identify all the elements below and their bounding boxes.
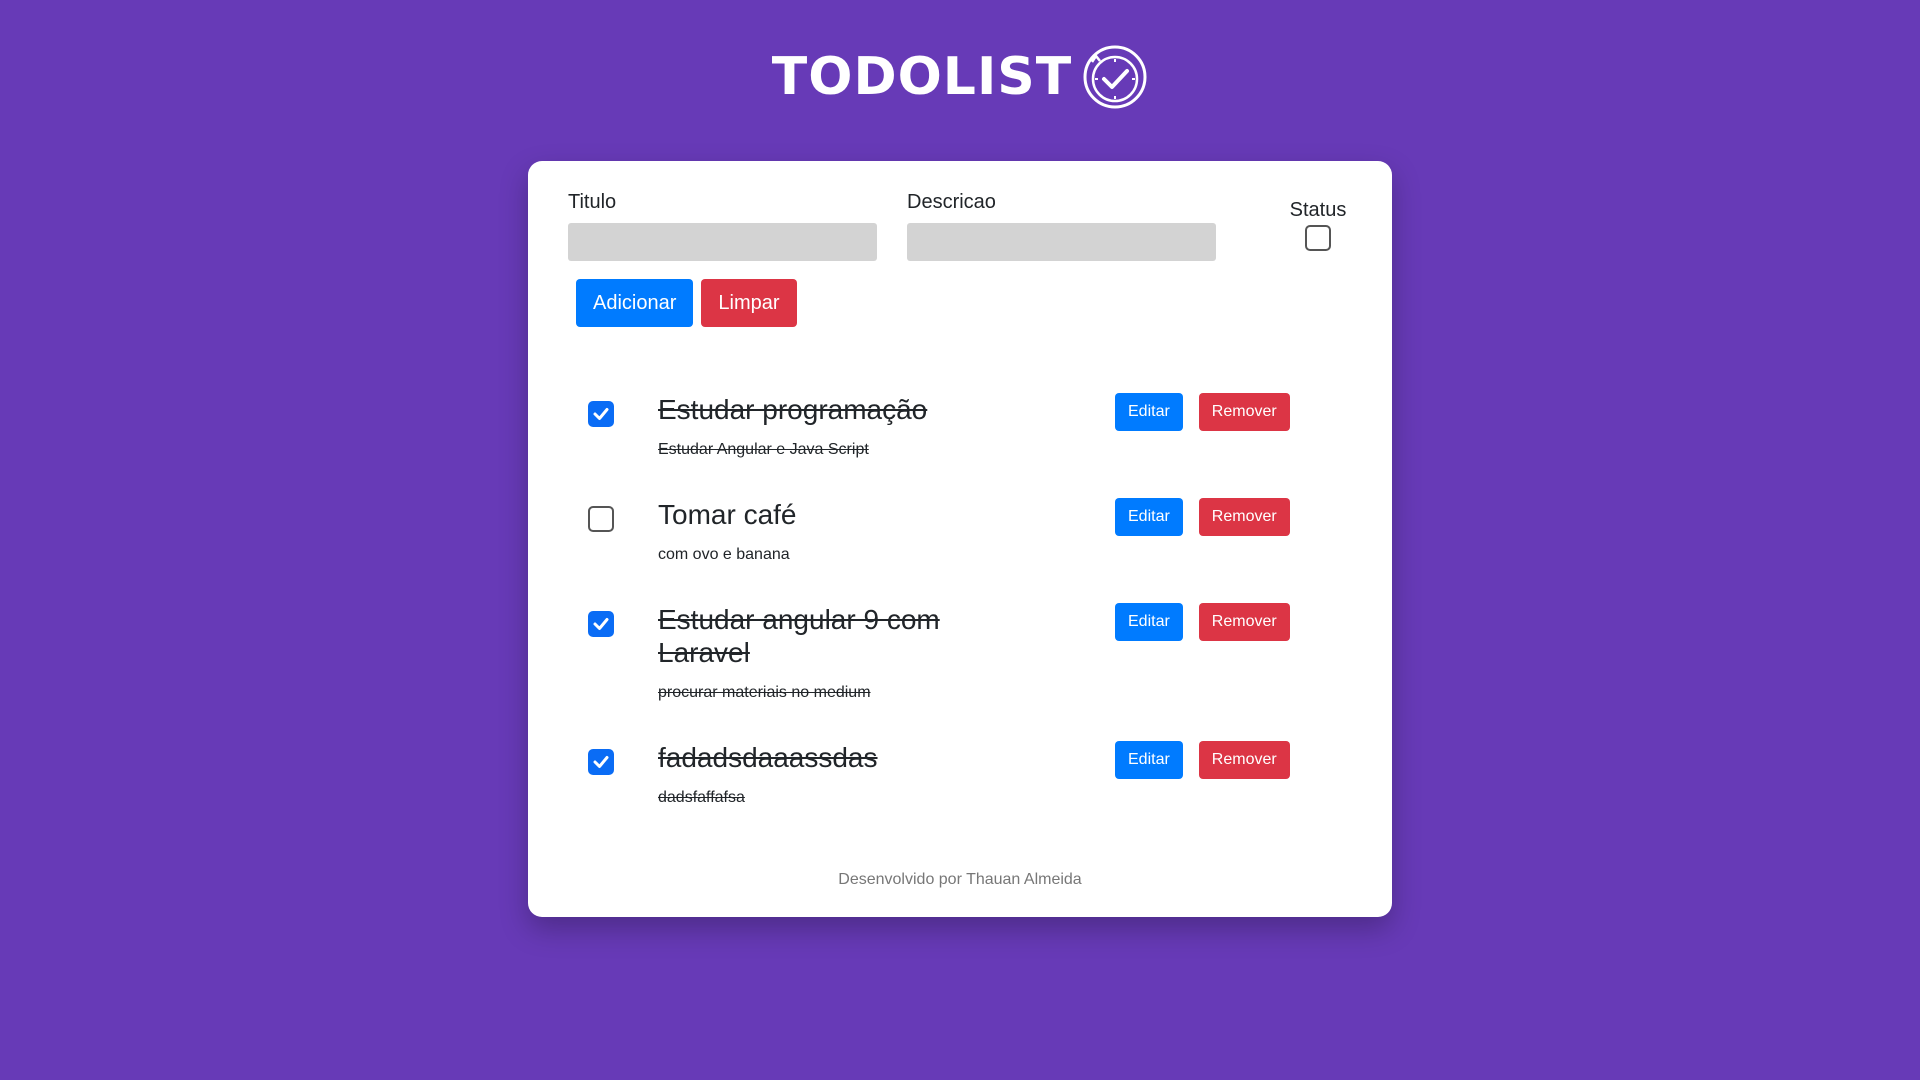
description-label: Descricao <box>907 191 996 213</box>
todo-actions: Editar Remover <box>1115 393 1290 431</box>
todo-checkbox[interactable] <box>588 749 614 775</box>
todo-checkbox[interactable] <box>588 506 614 532</box>
status-label: Status <box>1289 199 1347 221</box>
clear-button[interactable]: Limpar <box>701 279 797 327</box>
form-buttons: Adicionar Limpar <box>576 279 797 327</box>
title-input[interactable] <box>568 223 877 261</box>
todo-card: Titulo Descricao Status Adicionar Limpar… <box>528 161 1392 917</box>
checkmark-icon <box>593 756 609 768</box>
checkmark-icon <box>593 618 609 630</box>
todo-actions: Editar Remover <box>1115 741 1290 779</box>
clock-check-icon <box>1083 45 1147 109</box>
app-logo-text: TODOLIST <box>771 47 1073 107</box>
todo-actions: Editar Remover <box>1115 603 1290 641</box>
todo-title: Estudar programação <box>658 394 928 425</box>
todo-description: procurar materiais no medium <box>658 684 871 701</box>
remove-button[interactable]: Remover <box>1198 741 1290 779</box>
status-checkbox[interactable] <box>1305 225 1331 251</box>
add-button[interactable]: Adicionar <box>576 279 694 327</box>
edit-button[interactable]: Editar <box>1115 741 1183 779</box>
edit-button[interactable]: Editar <box>1115 393 1183 431</box>
title-label: Titulo <box>568 191 617 213</box>
remove-button[interactable]: Remover <box>1198 603 1290 641</box>
todo-checkbox[interactable] <box>588 611 614 637</box>
todo-description: dadsfaffafsa <box>658 789 745 806</box>
todo-description: Estudar Angular e Java Script <box>658 441 869 458</box>
title-field: Titulo <box>568 187 877 261</box>
remove-button[interactable]: Remover <box>1198 498 1290 536</box>
todo-actions: Editar Remover <box>1115 498 1290 536</box>
description-field: Descricao <box>907 187 1216 261</box>
todo-description: com ovo e banana <box>658 546 790 563</box>
checkmark-icon <box>593 408 609 420</box>
todo-title: fadadsdaaassdas <box>658 742 878 773</box>
remove-button[interactable]: Remover <box>1198 393 1290 431</box>
edit-button[interactable]: Editar <box>1115 603 1183 641</box>
edit-button[interactable]: Editar <box>1115 498 1183 536</box>
todo-title: Estudar angular 9 com Laravel <box>658 604 940 668</box>
todo-checkbox[interactable] <box>588 401 614 427</box>
todo-title: Tomar café <box>658 499 797 530</box>
description-input[interactable] <box>907 223 1216 261</box>
status-field: Status <box>1278 195 1358 256</box>
footer-credit: Desenvolvido por Thauan Almeida <box>838 871 1082 888</box>
app-header: TODOLIST <box>0 44 1920 110</box>
